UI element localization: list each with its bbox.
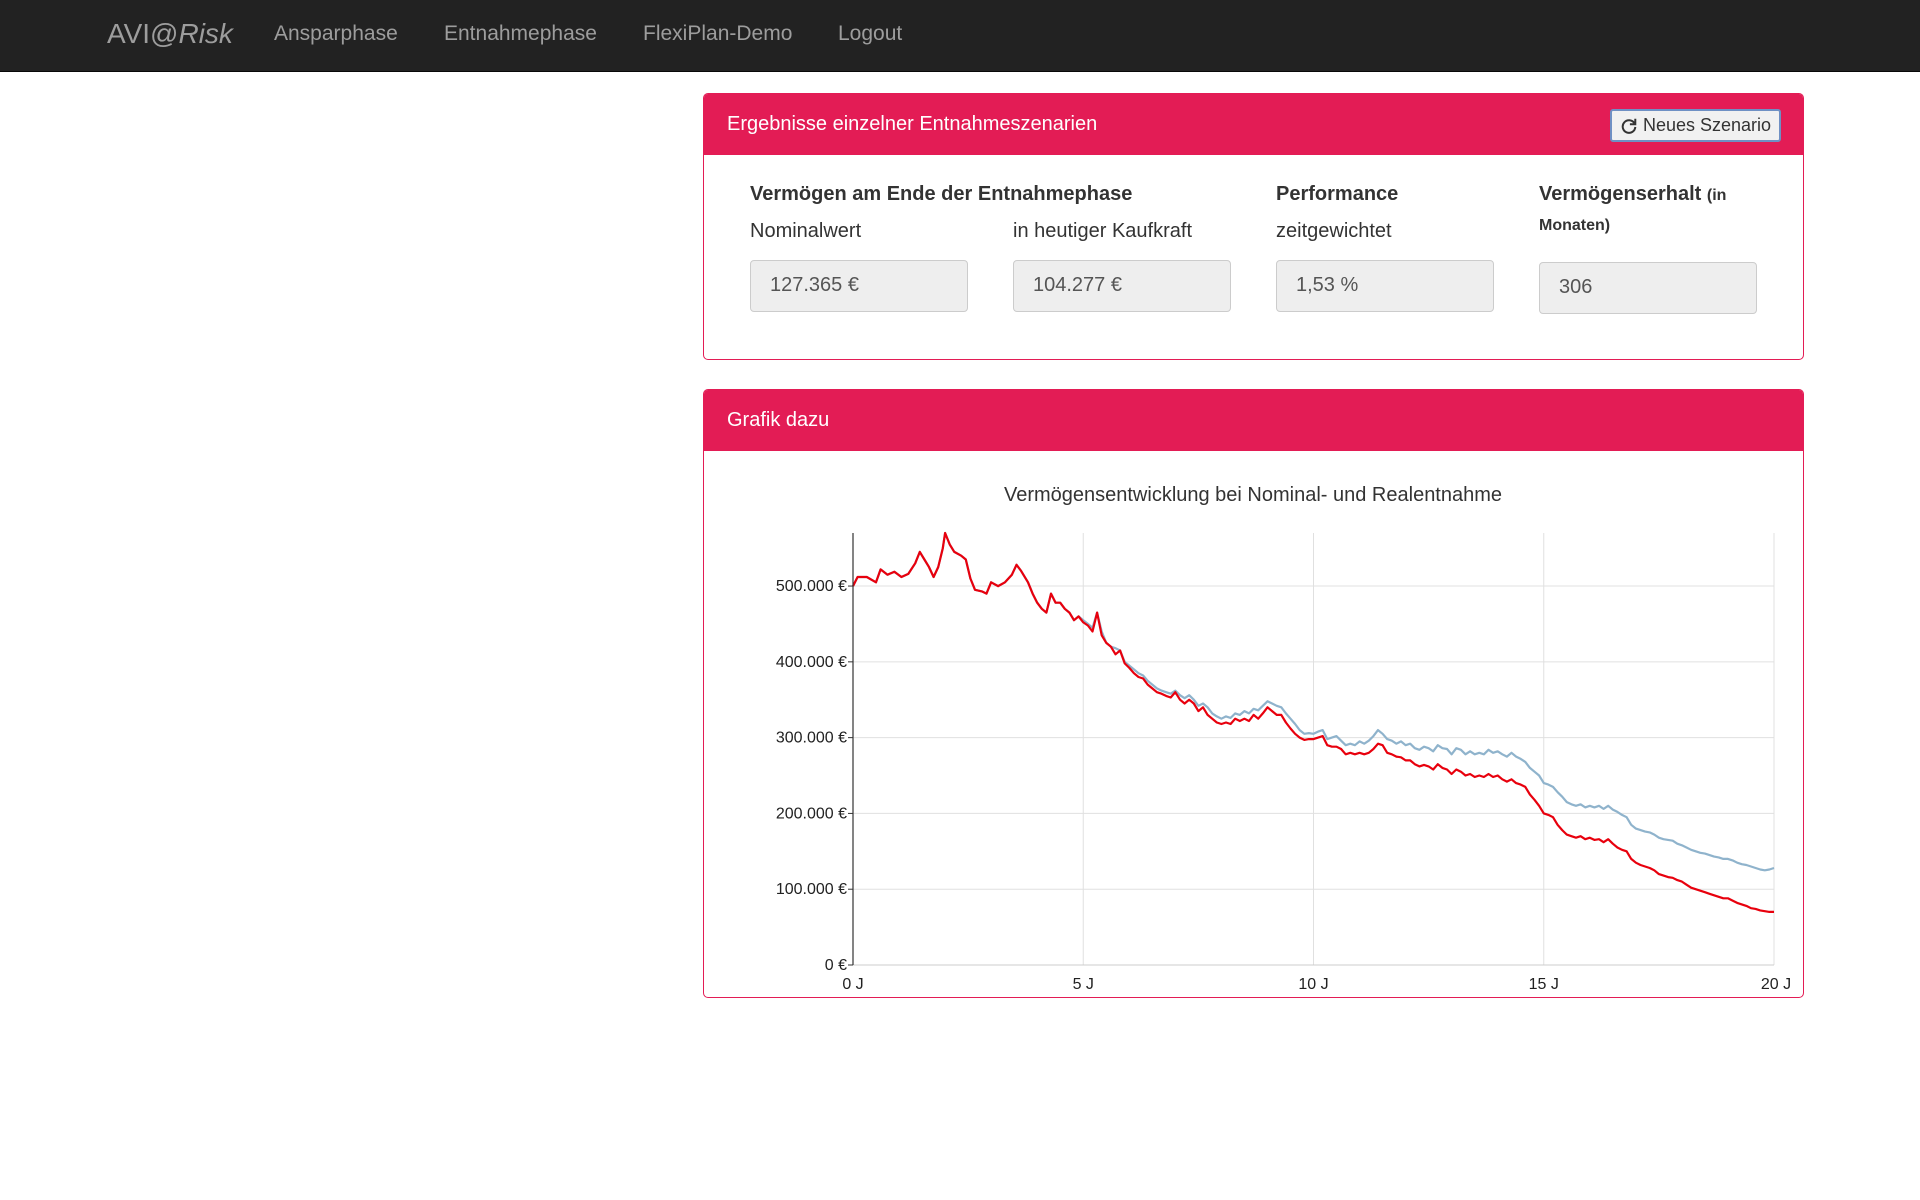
x-tick-label: 0 J [842,976,863,993]
results-panel: Ergebnisse einzelner Entnahmeszenarien N… [703,93,1804,360]
nav-ansparphase[interactable]: Ansparphase [274,22,398,46]
y-tick-label: 100.000 € [776,881,847,898]
y-tick-label: 0 € [825,957,847,974]
erhalt-heading-main: Vermögenserhalt [1539,183,1702,205]
wealth-chart: Vermögensentwicklung bei Nominal- und Re… [776,484,1791,993]
x-tick-label: 10 J [1298,976,1328,993]
nav-entnahmephase[interactable]: Entnahmephase [444,22,597,46]
results-panel-heading: Ergebnisse einzelner Entnahmeszenarien N… [704,94,1803,155]
erhalt-heading-line2: Monaten) [1539,213,1610,236]
x-tick-label: 20 J [1761,976,1791,993]
nominal-label: Nominalwert [750,220,862,242]
y-tick-label: 300.000 € [776,730,847,747]
nav-flexiplan-demo[interactable]: FlexiPlan-Demo [643,22,792,46]
top-navbar: AVI@Risk Ansparphase Entnahmephase Flexi… [0,0,1920,72]
vermoegen-heading: Vermögen am Ende der Entnahmephase [750,183,1133,205]
new-scenario-label: Neues Szenario [1642,115,1772,135]
erhalt-heading-small-1: (in [1706,187,1727,204]
y-tick-label: 500.000 € [776,578,847,595]
performance-heading: Performance [1276,183,1399,205]
chart-panel-heading: Grafik dazu [704,390,1803,451]
refresh-icon [1621,118,1637,134]
chart-y-ticks: 0 € 100.000 € 200.000 € 300.000 € 400.000 € 5… [776,578,853,974]
erhalt-value-field[interactable]: 306 [1539,262,1757,314]
new-scenario-button[interactable]: Neues Szenario [1610,109,1781,142]
chart-title: Vermögensentwicklung bei Nominal- und Re… [1004,484,1502,506]
chart-x-ticks: 0 J 5 J 10 J 15 J 20 J [842,976,1791,993]
results-panel-title: Ergebnisse einzelner Entnahmeszenarien [727,113,1098,135]
erhalt-heading-small-2: Monaten) [1539,217,1611,234]
chart-panel-title: Grafik dazu [727,409,830,431]
brand-italic: Risk [178,18,233,49]
x-tick-label: 5 J [1073,976,1094,993]
nav-logout[interactable]: Logout [838,22,902,46]
y-tick-label: 400.000 € [776,654,847,671]
erhalt-heading: Vermögenserhalt (in [1539,183,1726,206]
kaufkraft-value-field[interactable]: 104.277 € [1013,260,1231,312]
brand-main: AVI@ [107,18,179,49]
brand-logo[interactable]: AVI@Risk [107,18,233,50]
performance-value-field[interactable]: 1,53 % [1276,260,1494,312]
performance-sub-label: zeitgewichtet [1276,220,1392,242]
x-tick-label: 15 J [1529,976,1559,993]
nominal-value-field[interactable]: 127.365 € [750,260,968,312]
y-tick-label: 200.000 € [776,805,847,822]
chart-grid [852,533,1775,966]
kaufkraft-label: in heutiger Kaufkraft [1013,220,1192,242]
chart-panel: Grafik dazu Vermögensentwicklung bei Nom… [703,389,1804,998]
